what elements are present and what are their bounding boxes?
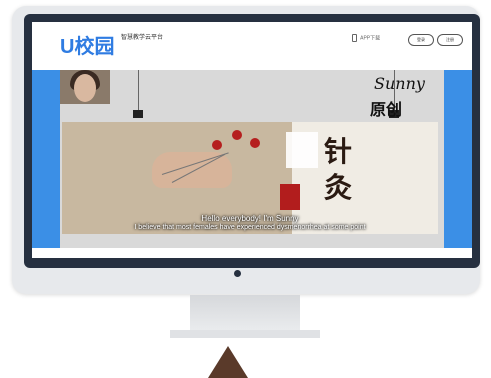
- hanging-string-left: [138, 70, 139, 110]
- acupuncture-painting: 针 灸 Hello everybody! I'm Sunny I believe…: [62, 122, 438, 234]
- login-button[interactable]: 登录: [408, 34, 434, 46]
- monitor-stand: [190, 295, 300, 335]
- site-header: U校园 智慧教学云平台 APP下载 登录 注册: [32, 22, 472, 66]
- monitor-base: [170, 330, 320, 338]
- monitor-frame: U校园 智慧教学云平台 APP下载 登录 注册 针 灸 Hello everyb…: [12, 6, 480, 294]
- banner: 针 灸 Hello everybody! I'm Sunny I believe…: [32, 70, 472, 248]
- monitor-bezel: U校园 智慧教学云平台 APP下载 登录 注册 针 灸 Hello everyb…: [24, 14, 480, 268]
- screen: U校园 智慧教学云平台 APP下载 登录 注册 针 灸 Hello everyb…: [32, 22, 472, 258]
- title-char-1: 针: [324, 135, 353, 168]
- plum-flower-2: [232, 130, 242, 140]
- text-panel: [286, 132, 318, 168]
- video-stage[interactable]: 针 灸 Hello everybody! I'm Sunny I believe…: [60, 70, 444, 248]
- plum-flower-1: [212, 140, 222, 150]
- power-indicator: [234, 270, 241, 277]
- subtitle-line-1: Hello everybody! I'm Sunny: [201, 214, 299, 223]
- app-download-link[interactable]: APP下载: [352, 34, 380, 42]
- binder-clip-left: [133, 110, 143, 118]
- original-label: 原创: [370, 100, 403, 119]
- presenter-face: [74, 74, 96, 102]
- webcam-feed: [60, 70, 110, 104]
- brown-triangle: [208, 346, 248, 378]
- logo[interactable]: U校园: [60, 30, 114, 59]
- title-char-2: 灸: [324, 171, 353, 204]
- bottom-band: [32, 248, 472, 258]
- red-seal: [280, 184, 300, 210]
- phone-icon: [352, 34, 357, 42]
- register-button[interactable]: 注册: [437, 34, 463, 46]
- sunny-label: Sunny: [374, 74, 425, 93]
- plum-flower-3: [250, 138, 260, 148]
- subtitle-line-2: I believe that most females have experie…: [134, 224, 366, 231]
- app-download-label: APP下载: [360, 35, 381, 42]
- platform-title: 智慧教学云平台: [121, 35, 164, 41]
